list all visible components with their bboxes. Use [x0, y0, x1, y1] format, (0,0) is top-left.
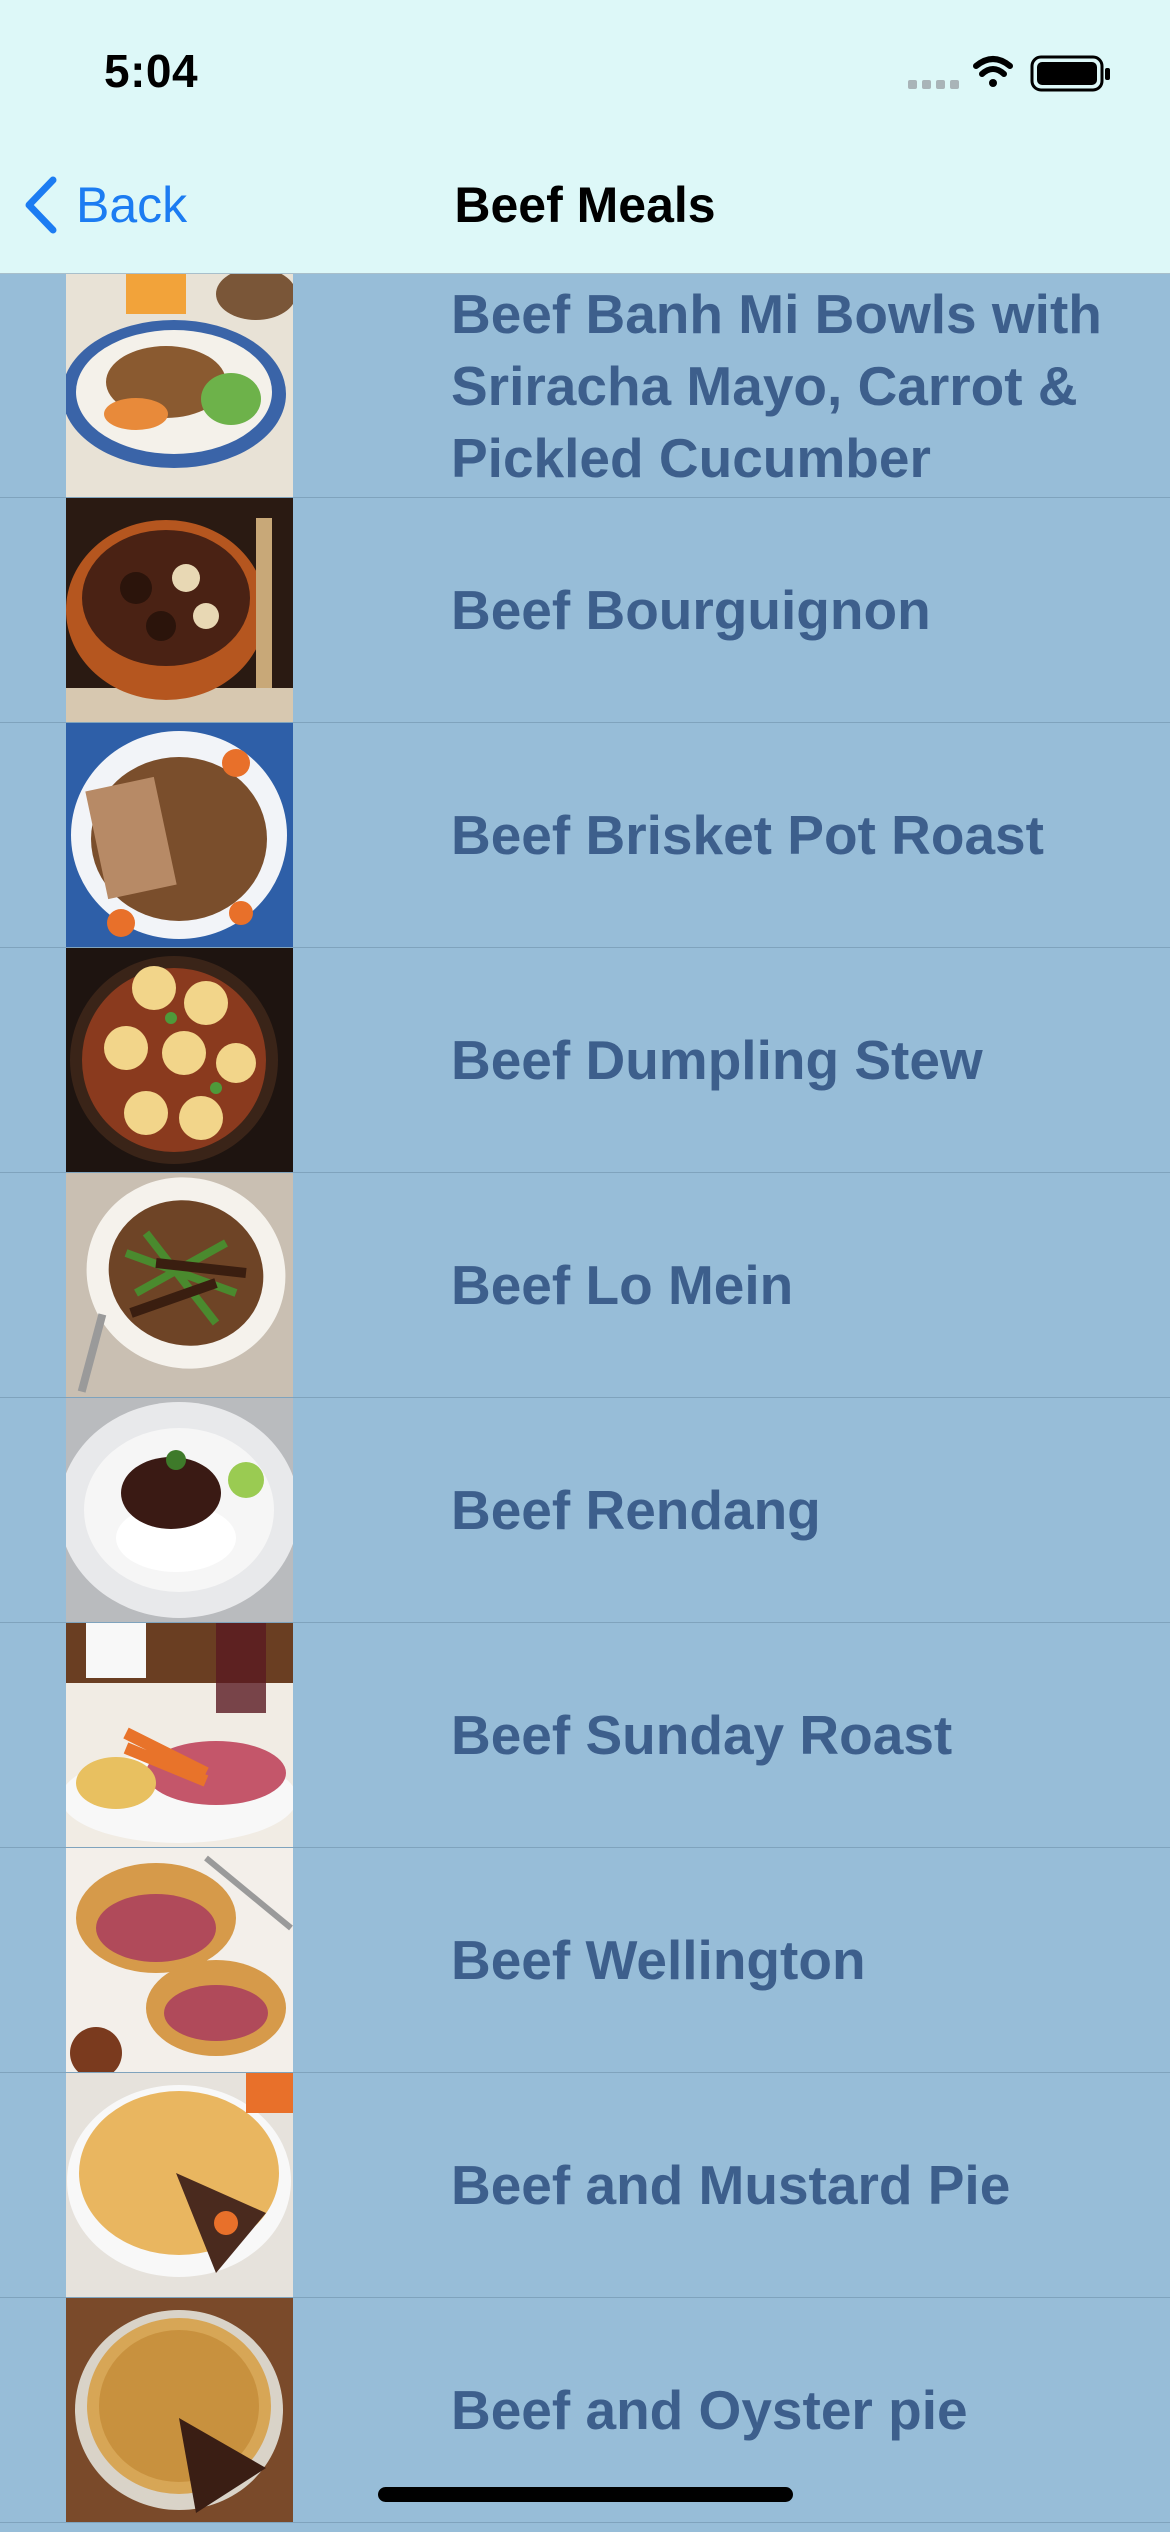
wifi-icon [973, 56, 1013, 87]
meal-row[interactable]: Beef and Mustard Pie [0, 2073, 1170, 2298]
meal-name: Beef Lo Mein [451, 1254, 794, 1316]
status-time: 5:04 [104, 45, 199, 97]
meal-thumbnail [66, 1173, 293, 1397]
meal-row[interactable]: Beef Dumpling Stew [0, 948, 1170, 1173]
meal-row[interactable]: Beef Wellington [0, 1848, 1170, 2073]
meal-row[interactable]: Beef Sunday Roast [0, 1623, 1170, 1848]
meal-row[interactable]: Beef Banh Mi Bowls with Sriracha Mayo, C… [0, 274, 1170, 498]
meal-thumbnail [66, 723, 293, 947]
meal-thumbnail [66, 1848, 293, 2072]
battery-icon [1030, 55, 1110, 92]
meal-name: Beef Sunday Roast [451, 1704, 953, 1766]
meal-thumbnail [66, 1623, 293, 1847]
meal-name: Beef Brisket Pot Roast [451, 804, 1044, 866]
meal-row[interactable]: Beef Lo Mein [0, 1173, 1170, 1398]
meal-name: Beef Wellington [451, 1929, 866, 1991]
meal-thumbnail [66, 498, 293, 722]
meal-thumbnail [66, 1398, 293, 1622]
home-indicator[interactable] [378, 2487, 793, 2502]
meal-name: Beef Bourguignon [451, 579, 931, 641]
meal-row[interactable]: Beef Rendang [0, 1398, 1170, 1623]
meal-name: Beef and Mustard Pie [451, 2154, 1011, 2216]
navigation-bar: Back Beef Meals [0, 148, 1170, 274]
meal-thumbnail [66, 2073, 293, 2297]
meal-name: Beef and Oyster pie [451, 2379, 968, 2441]
page-title: Beef Meals [454, 177, 716, 233]
meal-list[interactable]: Beef Banh Mi Bowls with Sriracha Mayo, C… [0, 274, 1170, 2523]
meal-name: Beef Rendang [451, 1479, 821, 1541]
cellular-signal-icon [908, 80, 959, 89]
meal-thumbnail [66, 2298, 293, 2522]
meal-row[interactable]: Beef Bourguignon [0, 498, 1170, 723]
status-icons [908, 54, 1118, 94]
meal-thumbnail [66, 274, 293, 497]
status-bar: 5:04 [0, 0, 1170, 148]
meal-thumbnail [66, 948, 293, 1172]
meal-name: Beef Dumpling Stew [451, 1029, 983, 1091]
meal-name: Beef Banh Mi Bowls with Sriracha Mayo, C… [451, 282, 1102, 489]
meal-row[interactable]: Beef Brisket Pot Roast [0, 723, 1170, 948]
